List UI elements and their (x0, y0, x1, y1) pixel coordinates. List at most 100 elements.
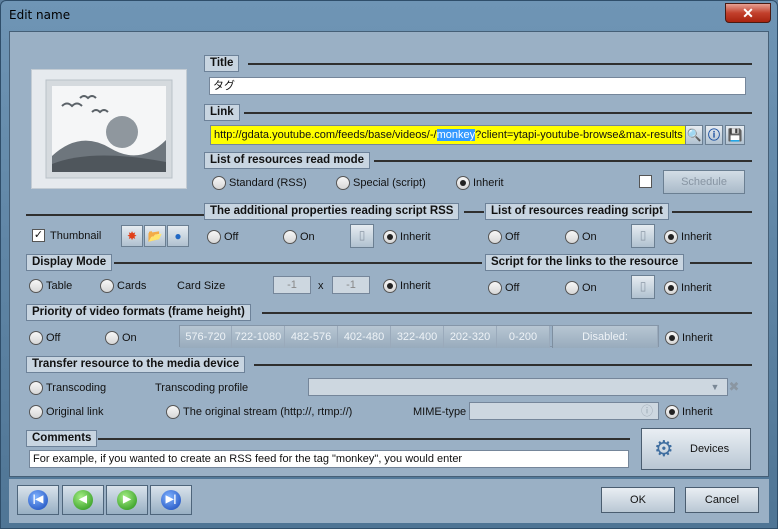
divider (26, 214, 204, 216)
links-script-on-radio[interactable]: On (565, 281, 597, 295)
display-table-radio[interactable]: Table (29, 279, 72, 293)
window-title: Edit name (9, 8, 71, 22)
format-disabled-button[interactable]: Disabled: (552, 326, 658, 348)
mime-type-input[interactable] (469, 402, 659, 420)
title-input[interactable]: タグ (209, 77, 746, 95)
read-mode-standard-radio[interactable]: Standard (RSS) (212, 176, 307, 190)
links-script-section-header: Script for the links to the resource (485, 254, 685, 271)
cancel-button[interactable]: Cancel (685, 487, 759, 513)
bottom-bar: |◀ ◀ ▶ ▶| OK Cancel (9, 479, 769, 523)
priority-inherit-radio[interactable]: Inherit (665, 331, 713, 345)
save-icon[interactable]: 💾 (725, 125, 745, 145)
transfer-section-header: Transfer resource to the media device (26, 356, 246, 373)
divider (248, 63, 752, 65)
mime-type-label: MIME-type (413, 406, 467, 418)
globe-icon[interactable]: ● (167, 225, 189, 247)
first-button[interactable]: |◀ (17, 485, 59, 515)
devices-button-label: Devices (690, 443, 730, 456)
next-icon: ▶ (117, 490, 137, 511)
image-placeholder-icon (31, 69, 187, 189)
divider (672, 211, 752, 213)
additional-props-on-radio[interactable]: On (283, 230, 315, 244)
additional-props-off-radio[interactable]: Off (207, 230, 238, 244)
thumbnail-label: Thumbnail (50, 230, 102, 242)
divider (464, 211, 484, 213)
schedule-checkbox[interactable] (639, 175, 652, 188)
reading-script-section-header: List of resources reading script (485, 203, 669, 220)
link-text-start: http://gdata.youtube.com/feeds/base/vide… (214, 129, 437, 141)
links-script-off-radio[interactable]: Off (488, 281, 519, 295)
reading-script-inherit-radio[interactable]: Inherit (664, 230, 712, 244)
thumbnail-checkbox[interactable]: ✓ (32, 229, 45, 242)
original-stream-radio[interactable]: The original stream (http://, rtmp://) (166, 405, 352, 419)
divider (374, 160, 752, 162)
previous-icon: ◀ (73, 490, 93, 511)
format-toolbar: 576-720 722-1080 482-576 402-480 322-400… (179, 325, 659, 348)
format-button-482-576[interactable]: 482-576 (285, 326, 338, 348)
format-button-0-200[interactable]: 0-200 (497, 326, 550, 348)
format-button-322-400[interactable]: 322-400 (391, 326, 444, 348)
last-button[interactable]: ▶| (150, 485, 192, 515)
link-section-header: Link (204, 104, 240, 121)
display-mode-section-header: Display Mode (26, 254, 113, 271)
display-cards-radio[interactable]: Cards (100, 279, 146, 293)
link-input[interactable]: http://gdata.youtube.com/feeds/base/vide… (210, 125, 688, 145)
comments-input[interactable]: For example, if you wanted to create an … (29, 450, 629, 468)
format-button-576-720[interactable]: 576-720 (180, 326, 232, 348)
card-size-label: Card Size (177, 280, 226, 292)
devices-button[interactable]: ⚙ Devices (641, 428, 751, 470)
additional-props-section-header: The additional properties reading script… (204, 203, 460, 220)
close-button[interactable]: ✕ (725, 3, 771, 23)
format-button-722-1080[interactable]: 722-1080 (232, 326, 285, 348)
card-size-x-label: x (318, 280, 324, 292)
divider (114, 262, 482, 264)
divider (98, 438, 630, 440)
transcoding-radio[interactable]: Transcoding (29, 381, 106, 395)
ok-button[interactable]: OK (601, 487, 675, 513)
previous-button[interactable]: ◀ (62, 485, 104, 515)
mime-inherit-radio[interactable]: Inherit (665, 405, 713, 419)
comments-section-header: Comments (26, 430, 98, 447)
title-section-header: Title (204, 55, 240, 72)
reading-script-off-radio[interactable]: Off (488, 230, 519, 244)
links-script-inherit-radio[interactable]: Inherit (664, 281, 712, 295)
link-text-selected: monkey (436, 129, 476, 141)
next-button[interactable]: ▶ (106, 485, 148, 515)
card-height-input[interactable]: -1 (332, 276, 370, 294)
clear-icon[interactable]: ✖ (725, 378, 743, 396)
format-button-202-320[interactable]: 202-320 (444, 326, 497, 348)
read-mode-inherit-radio[interactable]: Inherit (456, 176, 504, 190)
script-edit-icon[interactable]: ▯ (350, 224, 374, 248)
mime-info-icon[interactable]: ⓘ (638, 403, 656, 420)
original-link-radio[interactable]: Original link (29, 405, 103, 419)
info-icon[interactable]: ⓘ (705, 125, 723, 145)
priority-on-radio[interactable]: On (105, 331, 137, 345)
dialog-body: Title タグ Link http://gdata.youtube.com/f… (9, 31, 769, 477)
links-script-edit-icon[interactable]: ▯ (631, 275, 655, 299)
read-mode-special-radio[interactable]: Special (script) (336, 176, 426, 190)
format-button-402-480[interactable]: 402-480 (338, 326, 391, 348)
folder-icon[interactable]: 📂 (144, 225, 166, 247)
transcoding-profile-label: Transcoding profile (155, 382, 249, 394)
display-inherit-radio[interactable]: Inherit (383, 279, 431, 293)
reading-script-edit-icon[interactable]: ▯ (631, 224, 655, 248)
burst-icon[interactable]: ✸ (121, 225, 143, 247)
edit-name-window: Edit name ✕ Title タグ Link http://gdata.y… (0, 0, 778, 529)
divider (262, 312, 752, 314)
additional-props-inherit-radio[interactable]: Inherit (383, 230, 431, 244)
transcoding-profile-dropdown[interactable] (308, 378, 728, 396)
skip-last-icon: ▶| (161, 490, 181, 511)
title-bar[interactable]: Edit name ✕ (1, 1, 777, 31)
priority-off-radio[interactable]: Off (29, 331, 60, 345)
schedule-button[interactable]: Schedule (663, 170, 745, 194)
gear-icon: ⚙ (654, 436, 674, 462)
divider (244, 112, 752, 114)
link-text-end: ?client=ytapi-youtube-browse&max-results (475, 129, 683, 141)
reading-script-on-radio[interactable]: On (565, 230, 597, 244)
search-icon[interactable]: 🔍 (685, 125, 703, 145)
chevron-down-icon[interactable]: ▼ (707, 380, 723, 394)
divider (690, 262, 752, 264)
card-width-input[interactable]: -1 (273, 276, 311, 294)
priority-section-header: Priority of video formats (frame height) (26, 304, 251, 321)
skip-first-icon: |◀ (28, 490, 48, 511)
